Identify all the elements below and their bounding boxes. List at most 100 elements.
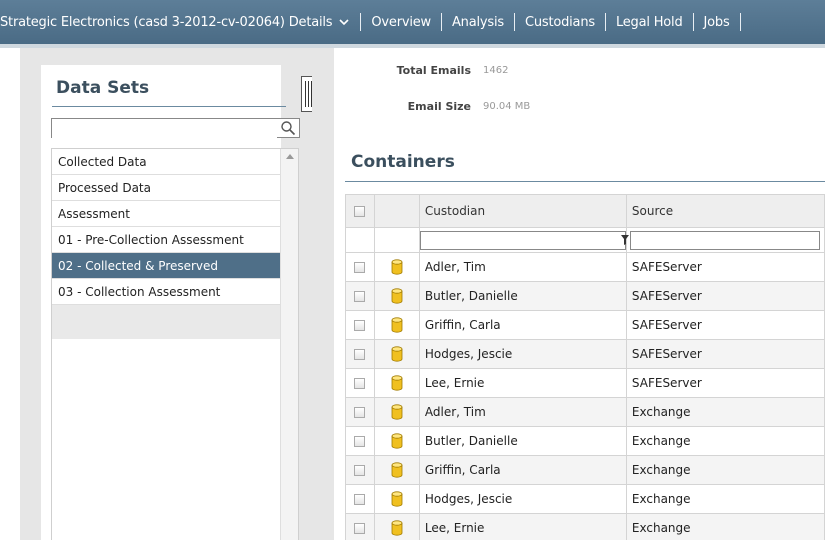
source-cell: SAFEServer [625, 310, 825, 340]
source-column-header[interactable]: Source [625, 194, 825, 228]
custodian-cell: Lee, Ernie [418, 513, 627, 540]
custodian-cell: Adler, Tim [418, 397, 627, 427]
containers-title: Containers [351, 152, 455, 172]
custodian-cell: Hodges, Jescie [418, 339, 627, 369]
table-header-row: Custodian Source [345, 194, 825, 228]
email-size-label: Email Size [407, 100, 471, 113]
database-icon [391, 375, 403, 391]
source-cell: Exchange [625, 426, 825, 456]
data-sets-search [51, 118, 300, 139]
table-row[interactable]: Adler, Tim Exchange [345, 397, 825, 427]
database-icon [391, 259, 403, 275]
table-row[interactable]: Lee, Ernie SAFEServer [345, 368, 825, 398]
icon-column-header [373, 194, 420, 228]
custodian-filter-input[interactable] [420, 231, 611, 249]
title-divider [52, 106, 286, 107]
source-cell: Exchange [625, 397, 825, 427]
data-sets-list: Collected Data Processed Data Assessment… [51, 148, 299, 540]
database-icon [391, 288, 403, 304]
dataset-item-assessment[interactable]: Assessment [52, 201, 281, 227]
row-checkbox[interactable] [354, 407, 366, 418]
custodian-cell: Adler, Tim [418, 252, 627, 282]
scroll-up-icon[interactable] [286, 154, 294, 159]
source-cell: SAFEServer [625, 281, 825, 311]
custodian-cell: Griffin, Carla [418, 310, 627, 340]
table-row[interactable]: Butler, Danielle Exchange [345, 426, 825, 456]
nav-jobs[interactable]: Jobs [704, 15, 730, 30]
row-checkbox[interactable] [354, 465, 366, 476]
total-emails-value: 1462 [483, 65, 509, 76]
custodian-cell: Butler, Danielle [418, 426, 627, 456]
dataset-item-collection-assessment[interactable]: 03 - Collection Assessment [52, 279, 281, 305]
nav-legal-hold[interactable]: Legal Hold [616, 15, 683, 30]
email-size-value: 90.04 MB [483, 101, 531, 112]
dataset-item-collected-data[interactable]: Collected Data [52, 149, 281, 175]
row-checkbox[interactable] [354, 436, 366, 447]
table-row[interactable]: Hodges, Jescie Exchange [345, 484, 825, 514]
nav-analysis[interactable]: Analysis [452, 15, 504, 30]
table-row[interactable]: Butler, Danielle SAFEServer [345, 281, 825, 311]
row-checkbox[interactable] [354, 494, 366, 505]
database-icon [391, 520, 403, 536]
source-filter-input[interactable] [630, 231, 811, 249]
dataset-item-pre-collection-assessment[interactable]: 01 - Pre-Collection Assessment [52, 227, 281, 253]
database-icon [391, 491, 403, 507]
search-icon[interactable] [280, 120, 296, 136]
dataset-item-processed-data[interactable]: Processed Data [52, 175, 281, 201]
dataset-item-collected-preserved[interactable]: 02 - Collected & Preserved [52, 253, 281, 279]
source-cell: Exchange [625, 484, 825, 514]
row-checkbox[interactable] [354, 262, 366, 273]
nav-overview[interactable]: Overview [371, 15, 431, 30]
nav-separator [692, 13, 694, 31]
table-row[interactable]: Lee, Ernie Exchange [345, 513, 825, 540]
database-icon [391, 462, 403, 478]
select-all-checkbox[interactable] [354, 206, 366, 217]
panel-gutter [312, 48, 334, 540]
source-filter [629, 230, 820, 250]
source-cell: SAFEServer [625, 368, 825, 398]
database-icon [391, 346, 403, 362]
total-emails-label: Total Emails [396, 64, 471, 77]
data-sets-title: Data Sets [56, 78, 150, 98]
data-sets-scrollbar[interactable] [280, 149, 298, 540]
chevron-down-icon [339, 19, 349, 26]
case-title-dropdown[interactable]: Strategic Electronics (casd 3-2012-cv-02… [0, 15, 350, 30]
custodian-cell: Griffin, Carla [418, 455, 627, 485]
funnel-icon[interactable] [620, 234, 629, 245]
list-filler [52, 305, 293, 339]
nav-separator [360, 13, 362, 31]
nav-separator [739, 13, 741, 31]
row-checkbox[interactable] [354, 320, 366, 331]
database-icon [391, 317, 403, 333]
source-cell: Exchange [625, 455, 825, 485]
select-all-cell [345, 194, 375, 228]
case-title: Strategic Electronics (casd 3-2012-cv-02… [0, 14, 333, 30]
data-sets-search-input[interactable] [52, 121, 277, 139]
database-icon [391, 433, 403, 449]
custodian-cell: Butler, Danielle [418, 281, 627, 311]
nav-custodians[interactable]: Custodians [525, 15, 595, 30]
row-checkbox[interactable] [354, 291, 366, 302]
row-checkbox[interactable] [354, 349, 366, 360]
containers-table: Custodian Source Adler, Tim SAFEServer B… [345, 194, 825, 540]
table-row[interactable]: Griffin, Carla Exchange [345, 455, 825, 485]
filter-row [345, 227, 825, 253]
table-row[interactable]: Griffin, Carla SAFEServer [345, 310, 825, 340]
top-navigation-bar: Strategic Electronics (casd 3-2012-cv-02… [0, 0, 825, 44]
database-icon [391, 404, 403, 420]
custodian-column-header[interactable]: Custodian [418, 194, 627, 228]
custodian-cell: Lee, Ernie [418, 368, 627, 398]
nav-separator [604, 13, 606, 31]
table-row[interactable]: Adler, Tim SAFEServer [345, 252, 825, 282]
row-checkbox[interactable] [354, 523, 366, 534]
source-cell: SAFEServer [625, 252, 825, 282]
nav-separator [513, 13, 515, 31]
source-cell: SAFEServer [625, 339, 825, 369]
custodian-filter [419, 230, 629, 250]
source-cell: Exchange [625, 513, 825, 540]
nav-separator [440, 13, 442, 31]
row-checkbox[interactable] [354, 378, 366, 389]
containers-divider [345, 181, 825, 182]
custodian-cell: Hodges, Jescie [418, 484, 627, 514]
table-row[interactable]: Hodges, Jescie SAFEServer [345, 339, 825, 369]
